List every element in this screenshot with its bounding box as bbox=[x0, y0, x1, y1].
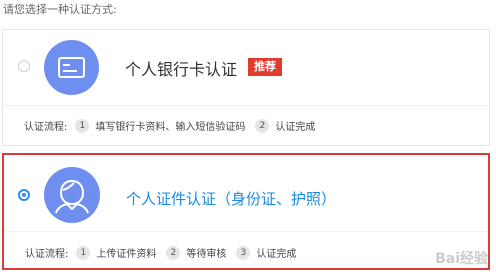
step-number: 2 bbox=[166, 245, 181, 260]
step-label: 等待审核 bbox=[186, 249, 227, 260]
option-title: 个人银行卡认证 bbox=[125, 60, 238, 79]
watermark: Bai经验 bbox=[435, 251, 488, 267]
option-bank-card[interactable]: 个人银行卡认证 推荐 认证流程: 1 填写银行卡资料、输入短信验证码 2 认证完… bbox=[2, 29, 490, 146]
option-header[interactable]: 个人证件认证（身份证、护照） bbox=[4, 155, 488, 230]
option-header[interactable]: 个人银行卡认证 推荐 bbox=[3, 30, 489, 105]
bank-card-icon bbox=[44, 40, 99, 95]
step-number: 1 bbox=[76, 245, 91, 260]
recommend-badge: 推荐 bbox=[248, 58, 282, 76]
option-id-document[interactable]: 个人证件认证（身份证、护照） 认证流程: 1 上传证件资料 2 等待审核 3 认… bbox=[2, 153, 490, 270]
divider bbox=[3, 105, 489, 106]
step-label: 填写银行卡资料、输入短信验证码 bbox=[95, 122, 246, 133]
step-label: 认证完成 bbox=[256, 249, 297, 260]
person-icon bbox=[44, 167, 100, 223]
flow-steps: 认证流程: 1 填写银行卡资料、输入短信验证码 2 认证完成 bbox=[24, 118, 325, 133]
flow-steps: 认证流程: 1 上传证件资料 2 等待审核 3 认证完成 bbox=[25, 245, 306, 260]
step-label: 上传证件资料 bbox=[96, 249, 157, 260]
step-label: 认证完成 bbox=[275, 122, 316, 133]
radio-button[interactable] bbox=[18, 60, 30, 72]
page-prompt: 请您选择一种认证方式: bbox=[3, 3, 117, 16]
divider bbox=[4, 231, 488, 232]
step-number: 2 bbox=[255, 118, 270, 133]
step-number: 3 bbox=[236, 245, 251, 260]
option-title: 个人证件认证（身份证、护照） bbox=[126, 190, 337, 208]
radio-button-selected[interactable] bbox=[18, 189, 30, 201]
flow-label: 认证流程: bbox=[25, 249, 69, 260]
flow-label: 认证流程: bbox=[24, 122, 68, 133]
step-number: 1 bbox=[75, 118, 90, 133]
